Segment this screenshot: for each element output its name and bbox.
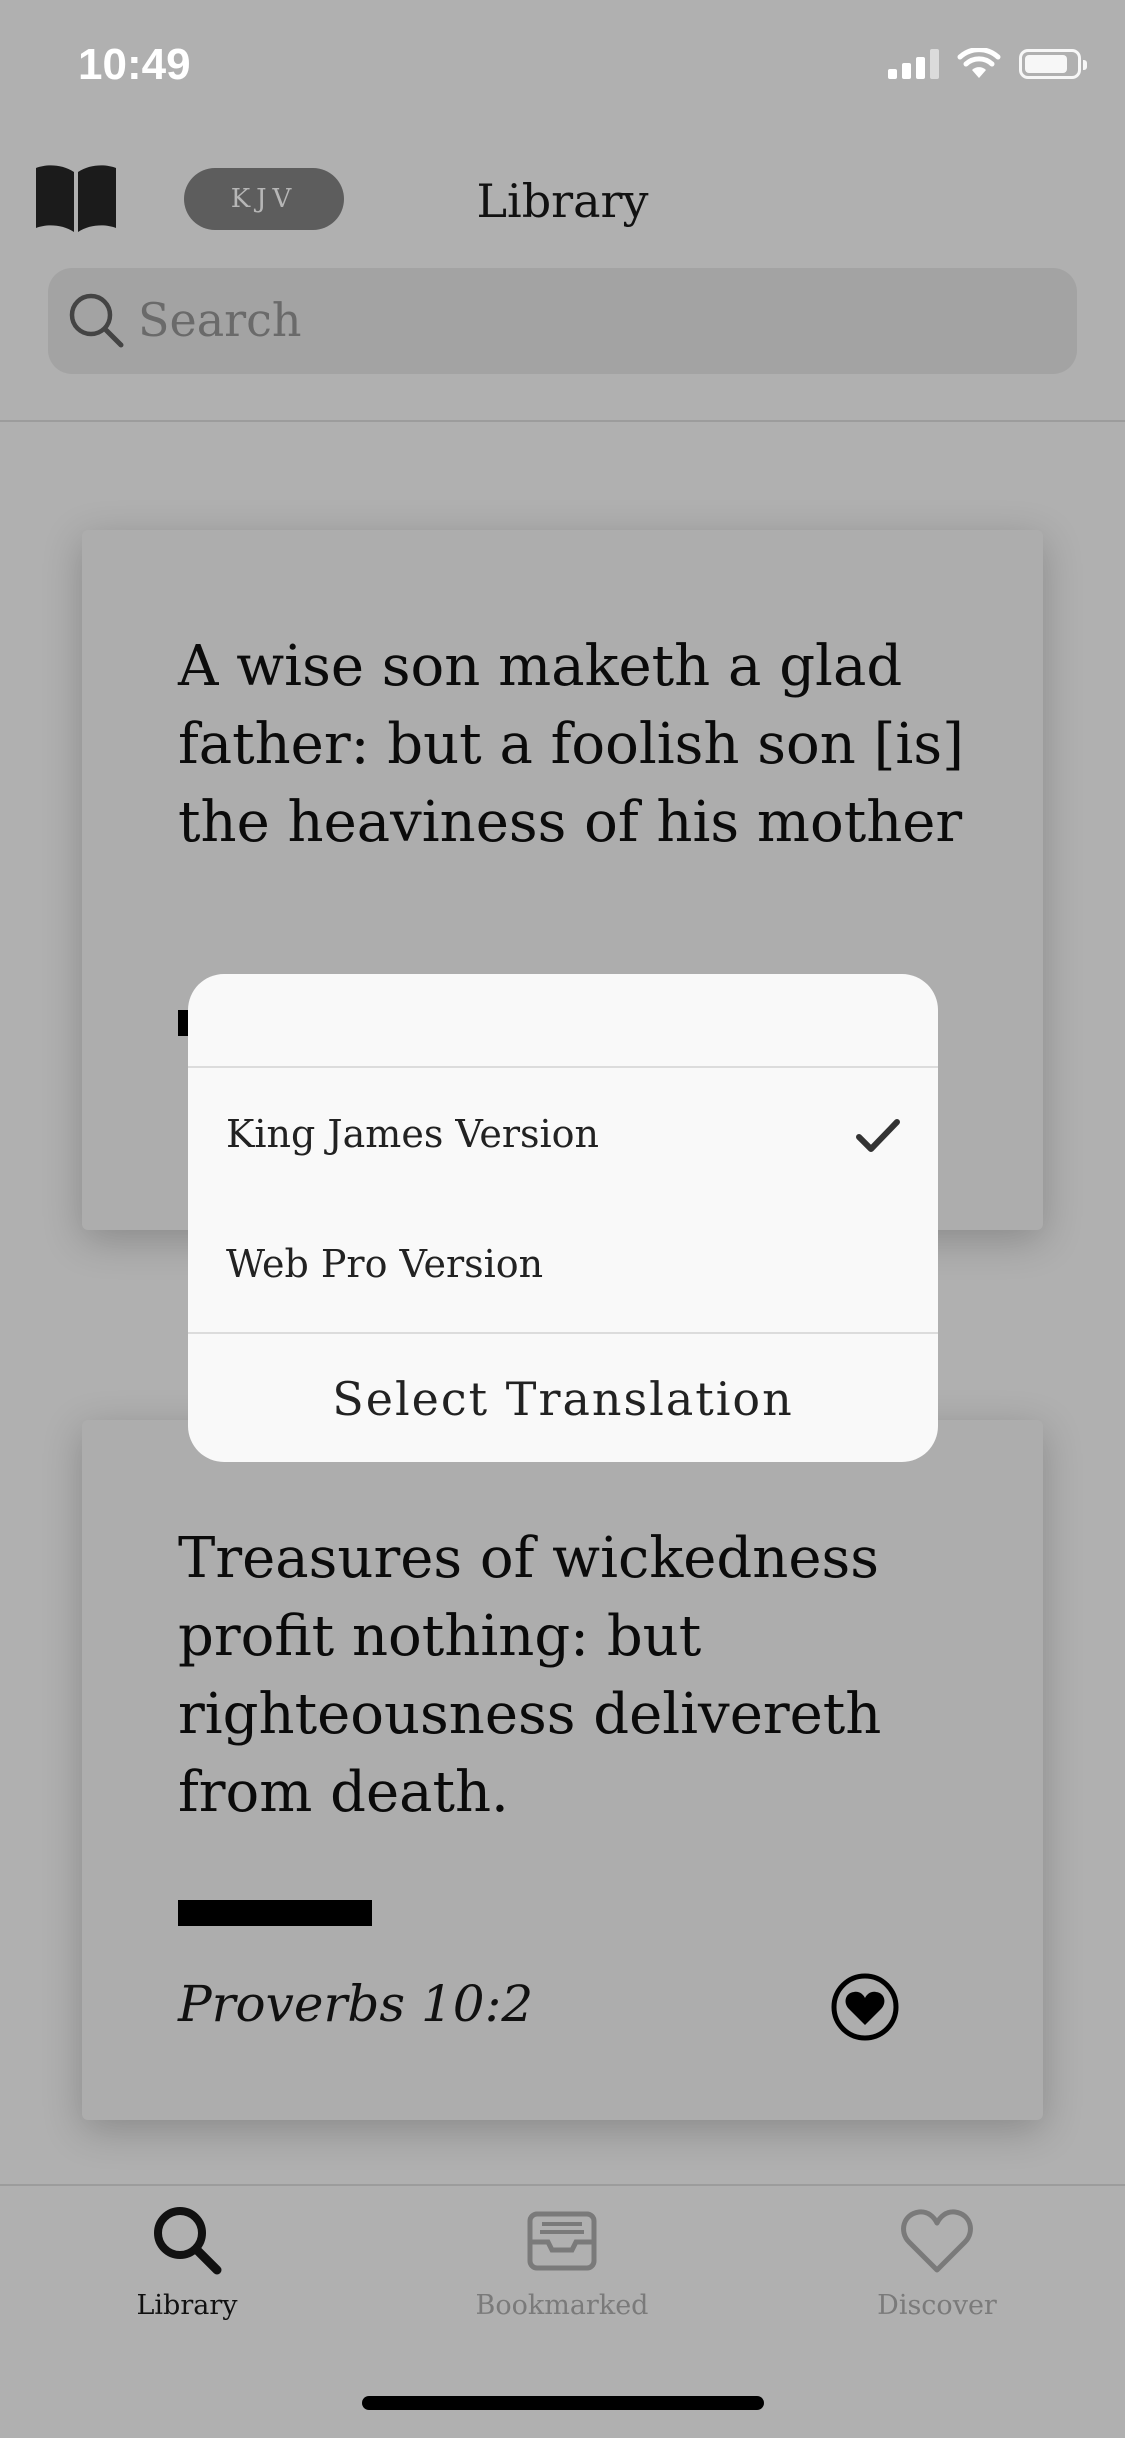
select-translation-button[interactable]: Select Translation (188, 1334, 938, 1426)
translation-action-sheet: King James Version Web Pro Version Selec… (188, 974, 938, 1462)
heart-icon (901, 2209, 973, 2273)
option-label: Web Pro Version (226, 1242, 544, 1286)
tab-label: Library (136, 2290, 238, 2321)
verse-card[interactable]: Treasures of wickedness profit nothing: … (82, 1420, 1043, 2120)
battery-icon (1019, 49, 1087, 79)
option-king-james-version[interactable]: King James Version (188, 1068, 938, 1198)
verse-text: A wise son maketh a glad father: but a f… (178, 634, 964, 855)
verse-reference: Proverbs 10:2 (178, 1975, 534, 2033)
tab-label: Discover (877, 2290, 997, 2321)
status-time: 10:49 (78, 40, 191, 89)
tab-bookmarked[interactable]: Bookmarked (437, 2200, 687, 2321)
status-icons (888, 48, 1087, 80)
sheet-header (188, 974, 938, 1068)
home-indicator[interactable] (362, 2396, 764, 2410)
option-web-pro-version[interactable]: Web Pro Version (188, 1198, 938, 1328)
tab-discover[interactable]: Discover (812, 2200, 1062, 2321)
cellular-signal-icon (888, 49, 939, 79)
option-label: King James Version (226, 1112, 600, 1156)
inbox-tray-icon (527, 2211, 597, 2271)
search-placeholder: Search (138, 293, 302, 347)
header: KJV Library Search (0, 140, 1125, 422)
tab-label: Bookmarked (475, 2290, 649, 2321)
page-title: Library (476, 174, 649, 228)
tab-library[interactable]: Library (62, 2200, 312, 2321)
search-icon (69, 293, 124, 348)
search-icon (154, 2207, 222, 2275)
status-bar: 10:49 (0, 0, 1125, 140)
verse-divider (178, 1900, 372, 1926)
heart-icon[interactable] (830, 1972, 900, 2042)
wifi-icon (957, 48, 1001, 78)
search-input[interactable]: Search (48, 268, 1077, 374)
verse-text: Treasures of wickedness profit nothing: … (178, 1526, 882, 1825)
checkmark-icon (856, 1119, 900, 1152)
